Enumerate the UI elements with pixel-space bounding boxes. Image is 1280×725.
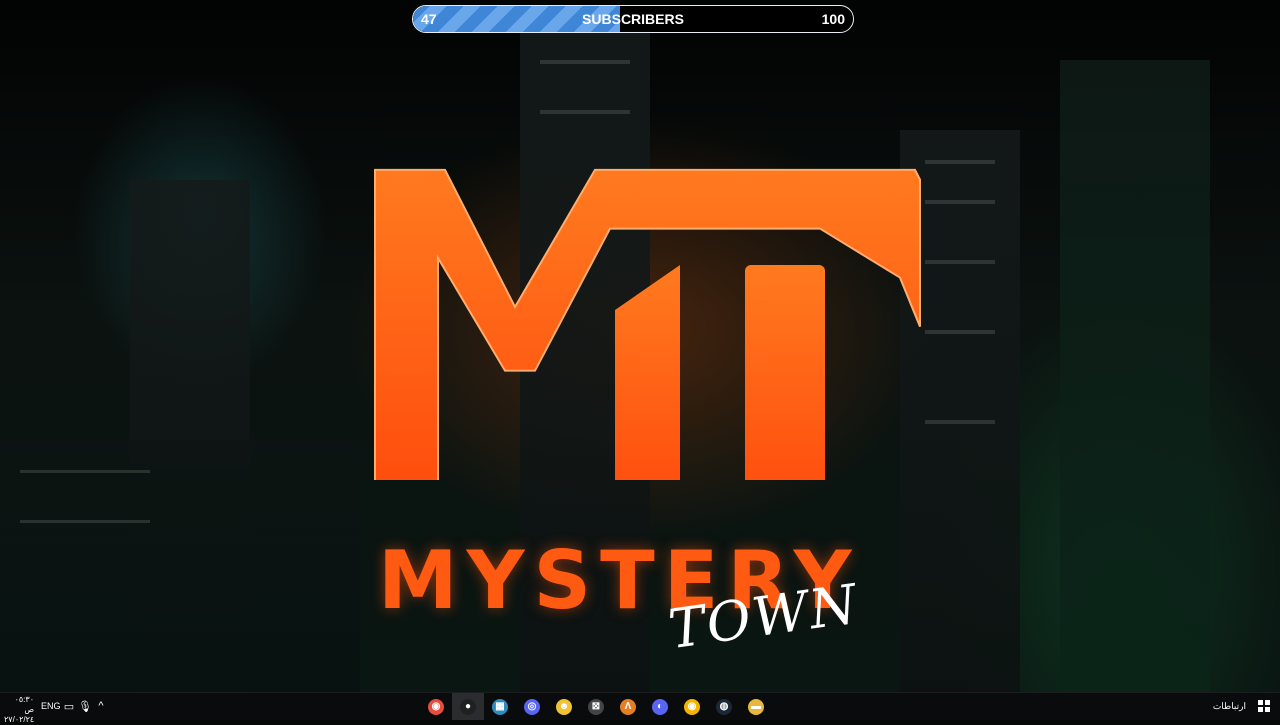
letter-m-right-leg bbox=[615, 265, 680, 480]
building-silhouette bbox=[1060, 60, 1210, 693]
progress-max-value: 100 bbox=[821, 11, 845, 27]
steam-icon: ◍ bbox=[716, 698, 732, 715]
clock-time: ٠٥:٣٠ ص bbox=[14, 695, 34, 714]
taskbar-app-button[interactable]: ◍ bbox=[708, 693, 740, 720]
window-light bbox=[540, 60, 630, 64]
clock-date: ٢٧/٠٢/٢٤ bbox=[4, 715, 35, 724]
links-toolbar[interactable]: ارتباطات bbox=[1213, 701, 1246, 712]
windows-start-icon[interactable] bbox=[1258, 700, 1270, 712]
taskbar-app-button[interactable]: ▦ bbox=[484, 693, 516, 720]
mt-logo bbox=[374, 168, 921, 480]
obs-icon: ● bbox=[460, 698, 476, 715]
taskbar-app-button[interactable]: ⊠ bbox=[580, 693, 612, 720]
folder-icon: ▬ bbox=[748, 698, 764, 715]
taskbar-app-button[interactable]: Λ bbox=[612, 693, 644, 720]
clock[interactable]: ٠٥:٣٠ ص ٢٧/٠٢/٢٤ bbox=[4, 695, 34, 725]
discord-app-icon: ◎ bbox=[524, 698, 540, 715]
taskbar-app-button[interactable]: ◉ bbox=[420, 693, 452, 720]
network-icon[interactable]: ▭ bbox=[62, 697, 76, 715]
window-light bbox=[20, 520, 150, 523]
taskbar-app-button[interactable]: ◐ bbox=[644, 693, 676, 720]
emoji-app-icon: ☻ bbox=[556, 698, 572, 715]
microphone-icon[interactable]: 🎙 bbox=[78, 697, 92, 715]
chrome-icon: ◉ bbox=[428, 698, 444, 715]
building-silhouette bbox=[0, 440, 360, 693]
taskbar-app-button[interactable]: ◎ bbox=[516, 693, 548, 720]
taskbar: ٠٥:٣٠ ص ٢٧/٠٢/٢٤ ENG ▭ 🎙 ^ ◉ ● ▦ ◎ ☻ ⊠ Λ ◐ ◉ ◍ ▬ ا… bbox=[0, 692, 1280, 724]
window-light bbox=[540, 110, 630, 114]
launcher-icon: Λ bbox=[620, 698, 636, 715]
progress-title: SUBSCRIBERS bbox=[582, 11, 684, 27]
files-icon: ▦ bbox=[492, 698, 508, 715]
window-light bbox=[20, 470, 150, 473]
chrome-alt-icon: ◉ bbox=[684, 698, 700, 715]
taskbar-app-button[interactable]: ☻ bbox=[548, 693, 580, 720]
discord-icon: ◐ bbox=[652, 698, 668, 715]
letter-t-stem bbox=[745, 265, 825, 480]
subscriber-progress-bar: 47 SUBSCRIBERS 100 bbox=[412, 5, 854, 33]
chevron-up-icon[interactable]: ^ bbox=[94, 697, 108, 715]
taskbar-app-button[interactable]: ▬ bbox=[740, 693, 772, 720]
taskbar-apps: ◉ ● ▦ ◎ ☻ ⊠ Λ ◐ ◉ ◍ ▬ bbox=[420, 693, 772, 720]
tool-icon: ⊠ bbox=[588, 698, 604, 715]
language-indicator[interactable]: ENG bbox=[41, 701, 61, 711]
taskbar-app-button[interactable]: ◉ bbox=[676, 693, 708, 720]
taskbar-app-button[interactable]: ● bbox=[452, 693, 484, 720]
